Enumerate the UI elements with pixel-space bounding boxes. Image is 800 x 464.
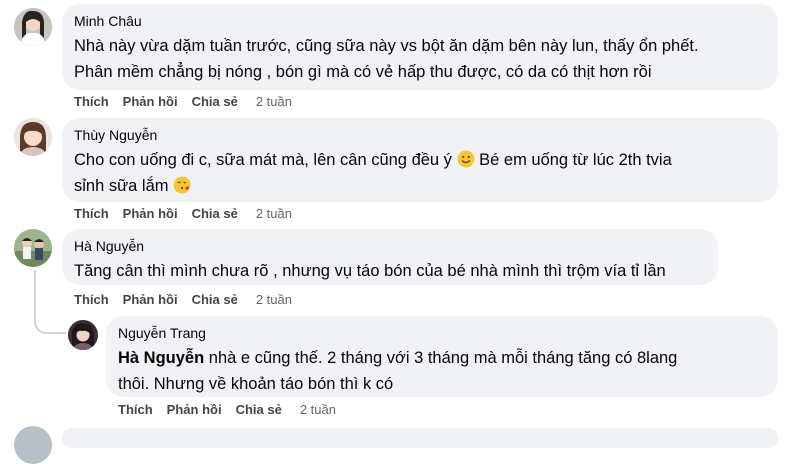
reply-actions: Thích Phản hồi Chia sẻ 2 tuần [118,402,350,417]
comment-author[interactable]: Minh Châu [74,12,766,30]
comment-bubble [62,428,778,448]
timestamp[interactable]: 2 tuần [300,402,336,417]
comment-line: Tăng cân thì mình chưa rõ , nhưng vụ táo… [74,262,666,280]
comment-bubble: Minh Châu Nhà này vừa dặm tuần trước, cũ… [62,4,778,90]
avatar[interactable] [68,320,98,350]
comment-bubble: Thùy Nguyễn Cho con uống đi c, sữa mát m… [62,118,778,202]
thread-line [34,270,36,314]
like-button[interactable]: Thích [118,402,153,417]
thread-connector [34,310,66,334]
reply-button[interactable]: Phản hồi [123,94,178,109]
comment-text-part: Cho con uống đi c, sữa mát mà, lên cân c… [74,151,452,169]
timestamp[interactable]: 2 tuần [256,94,292,109]
timestamp[interactable]: 2 tuần [256,292,292,307]
avatar[interactable] [14,8,52,46]
comment-line: Nhà này vừa dặm tuần trước, cũng sữa này… [74,37,699,55]
reply-button[interactable]: Phản hồi [123,292,178,307]
reply-text: Hà Nguyễn nhà e cũng thế. 2 tháng với 3 … [118,345,766,397]
mention-link[interactable]: Hà Nguyễn [118,349,204,367]
share-button[interactable]: Chia sẻ [192,94,238,109]
avatar[interactable] [14,426,52,464]
reply-line: thôi. Nhưng về khoản táo bón thì k có [118,375,394,393]
reply-author[interactable]: Nguyễn Trang [118,324,766,342]
like-button[interactable]: Thích [74,206,109,221]
comment-author[interactable]: Hà Nguyễn [74,237,706,255]
comment-text: Cho con uống đi c, sữa mát mà, lên cân c… [74,147,766,199]
avatar[interactable] [14,118,52,156]
share-button[interactable]: Chia sẻ [192,206,238,221]
avatar[interactable] [14,229,52,267]
comment-actions: Thích Phản hồi Chia sẻ 2 tuần [74,292,306,307]
comment-text-part: Bé em uống từ lúc 2th tvia [479,151,672,169]
comment-line: sỉnh sữa lắm [74,173,766,199]
share-button[interactable]: Chia sẻ [192,292,238,307]
smiling-face-emoji-icon [457,150,475,168]
comment-text: Nhà này vừa dặm tuần trước, cũng sữa này… [74,33,766,85]
reply-text-part: nhà e cũng thế. 2 tháng với 3 tháng mà m… [208,349,678,367]
reply-button[interactable]: Phản hồi [167,402,222,417]
reply-button[interactable]: Phản hồi [123,206,178,221]
comment-line: Phân mềm chẳng bị nóng , bón gì mà có vẻ… [74,63,652,81]
kiss-face-emoji-icon [173,176,191,194]
timestamp[interactable]: 2 tuần [256,206,292,221]
reply-bubble: Nguyễn Trang Hà Nguyễn nhà e cũng thế. 2… [106,316,778,397]
share-button[interactable]: Chia sẻ [236,402,282,417]
comment-line: Cho con uống đi c, sữa mát mà, lên cân c… [74,147,766,173]
like-button[interactable]: Thích [74,94,109,109]
comment-bubble: Hà Nguyễn Tăng cân thì mình chưa rõ , nh… [62,229,718,285]
comment-actions: Thích Phản hồi Chia sẻ 2 tuần [74,206,306,221]
comment-text-part: sỉnh sữa lắm [74,177,169,195]
reply-line: Hà Nguyễn nhà e cũng thế. 2 tháng với 3 … [118,345,766,371]
comment-text: Tăng cân thì mình chưa rõ , nhưng vụ táo… [74,258,706,284]
comment-author[interactable]: Thùy Nguyễn [74,126,766,144]
comment-actions: Thích Phản hồi Chia sẻ 2 tuần [74,94,306,109]
like-button[interactable]: Thích [74,292,109,307]
